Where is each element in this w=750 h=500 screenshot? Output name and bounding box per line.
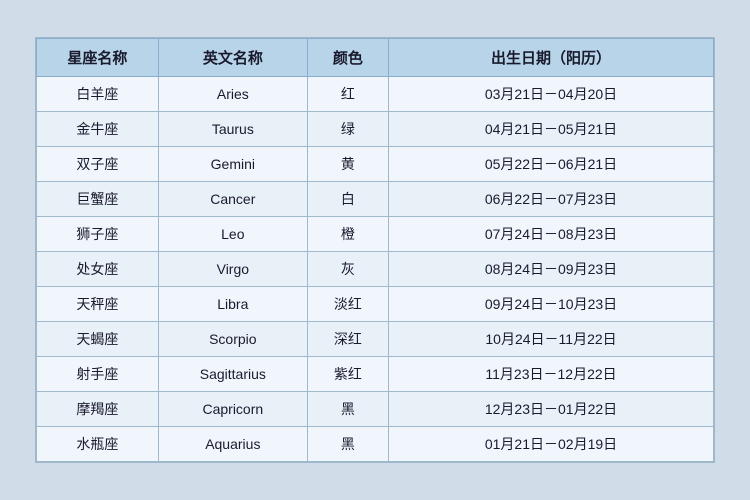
header-color: 颜色 [307,39,388,77]
cell-date: 01月21日－02月19日 [389,427,714,462]
cell-date: 10月24日－11月22日 [389,322,714,357]
cell-color: 橙 [307,217,388,252]
cell-chinese: 射手座 [37,357,159,392]
cell-english: Libra [158,287,307,322]
cell-color: 黑 [307,392,388,427]
cell-chinese: 天秤座 [37,287,159,322]
table-row: 水瓶座Aquarius黑01月21日－02月19日 [37,427,714,462]
cell-color: 紫红 [307,357,388,392]
cell-color: 淡红 [307,287,388,322]
cell-english: Cancer [158,182,307,217]
zodiac-table-container: 星座名称 英文名称 颜色 出生日期（阳历） 白羊座Aries红03月21日－04… [35,37,715,463]
cell-date: 07月24日－08月23日 [389,217,714,252]
cell-color: 白 [307,182,388,217]
cell-color: 红 [307,77,388,112]
table-row: 天蝎座Scorpio深红10月24日－11月22日 [37,322,714,357]
table-row: 天秤座Libra淡红09月24日－10月23日 [37,287,714,322]
table-row: 狮子座Leo橙07月24日－08月23日 [37,217,714,252]
cell-color: 黄 [307,147,388,182]
table-row: 处女座Virgo灰08月24日－09月23日 [37,252,714,287]
cell-english: Taurus [158,112,307,147]
cell-color: 灰 [307,252,388,287]
cell-chinese: 天蝎座 [37,322,159,357]
cell-chinese: 巨蟹座 [37,182,159,217]
cell-date: 03月21日－04月20日 [389,77,714,112]
cell-english: Leo [158,217,307,252]
cell-date: 06月22日－07月23日 [389,182,714,217]
table-row: 双子座Gemini黄05月22日－06月21日 [37,147,714,182]
cell-english: Virgo [158,252,307,287]
cell-english: Capricorn [158,392,307,427]
header-english: 英文名称 [158,39,307,77]
cell-chinese: 白羊座 [37,77,159,112]
table-row: 射手座Sagittarius紫红11月23日－12月22日 [37,357,714,392]
table-row: 金牛座Taurus绿04月21日－05月21日 [37,112,714,147]
table-row: 白羊座Aries红03月21日－04月20日 [37,77,714,112]
cell-english: Aquarius [158,427,307,462]
table-header-row: 星座名称 英文名称 颜色 出生日期（阳历） [37,39,714,77]
cell-chinese: 金牛座 [37,112,159,147]
cell-chinese: 处女座 [37,252,159,287]
cell-chinese: 摩羯座 [37,392,159,427]
cell-date: 08月24日－09月23日 [389,252,714,287]
cell-chinese: 双子座 [37,147,159,182]
cell-english: Aries [158,77,307,112]
header-chinese: 星座名称 [37,39,159,77]
cell-english: Sagittarius [158,357,307,392]
cell-date: 12月23日－01月22日 [389,392,714,427]
zodiac-table: 星座名称 英文名称 颜色 出生日期（阳历） 白羊座Aries红03月21日－04… [36,38,714,462]
cell-english: Gemini [158,147,307,182]
header-date: 出生日期（阳历） [389,39,714,77]
cell-color: 绿 [307,112,388,147]
cell-color: 深红 [307,322,388,357]
cell-date: 11月23日－12月22日 [389,357,714,392]
cell-date: 04月21日－05月21日 [389,112,714,147]
cell-date: 09月24日－10月23日 [389,287,714,322]
cell-chinese: 狮子座 [37,217,159,252]
table-row: 摩羯座Capricorn黑12月23日－01月22日 [37,392,714,427]
cell-english: Scorpio [158,322,307,357]
cell-date: 05月22日－06月21日 [389,147,714,182]
cell-chinese: 水瓶座 [37,427,159,462]
cell-color: 黑 [307,427,388,462]
table-row: 巨蟹座Cancer白06月22日－07月23日 [37,182,714,217]
